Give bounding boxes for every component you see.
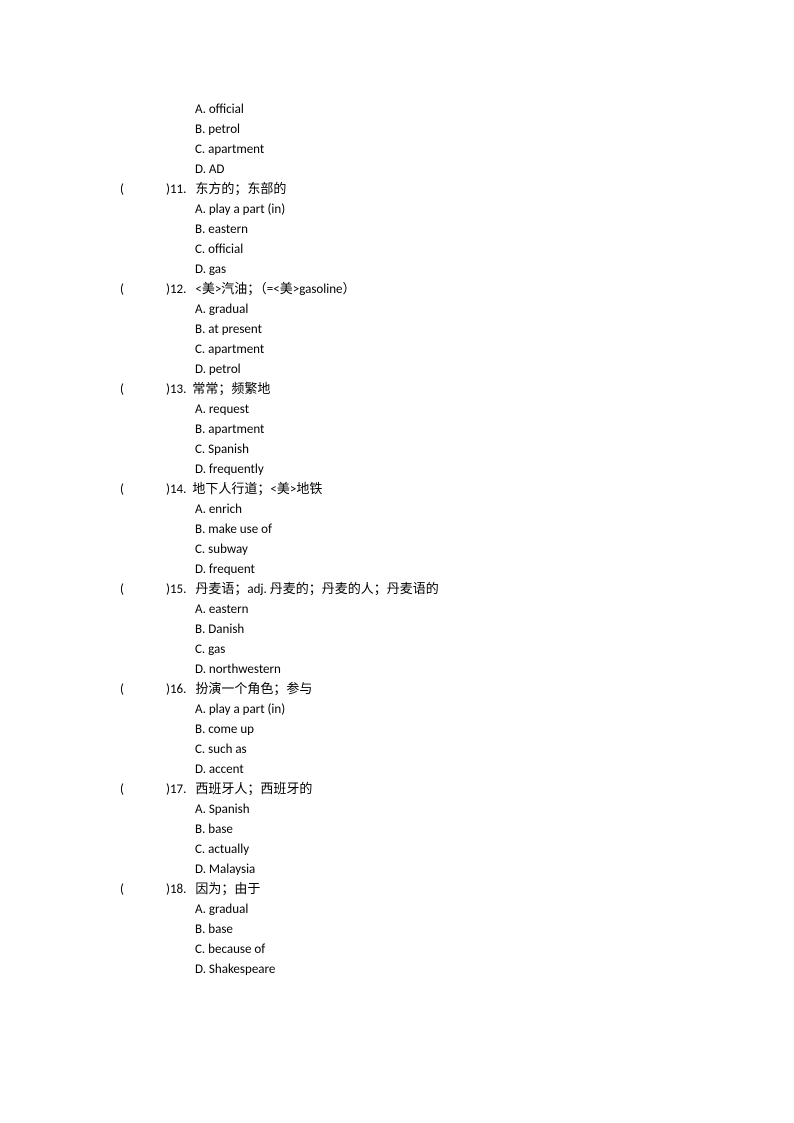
option-line: A. gradual [120,900,794,920]
question-line: ()16. 扮演一个角色；参与 [120,680,794,700]
option-line: A. gradual [120,300,794,320]
option-line: D. petrol [120,360,794,380]
option-line: B. come up [120,720,794,740]
option-line: A. play a part (in) [120,700,794,720]
option-line: A. request [120,400,794,420]
option-line: A. eastern [120,600,794,620]
question-line: ()11. 东方的；东部的 [120,180,794,200]
option-line: C. apartment [120,340,794,360]
option-line: D. northwestern [120,660,794,680]
option-line: A. play a part (in) [120,200,794,220]
option-line: B. apartment [120,420,794,440]
option-line: C. apartment [120,140,794,160]
question-line: ()18. 因为；由于 [120,880,794,900]
option-line: B. petrol [120,120,794,140]
page-content: A. official B. petrol C. apartment D. AD… [0,0,794,980]
option-line: C. Spanish [120,440,794,460]
option-line: D. Shakespeare [120,960,794,980]
option-line: B. base [120,820,794,840]
option-line: B. at present [120,320,794,340]
option-line: B. make use of [120,520,794,540]
option-line: C. gas [120,640,794,660]
option-line: B. Danish [120,620,794,640]
option-line: C. subway [120,540,794,560]
option-line: C. such as [120,740,794,760]
option-line: C. actually [120,840,794,860]
option-line: C. official [120,240,794,260]
option-line: D. frequently [120,460,794,480]
option-line: A. official [120,100,794,120]
option-line: D. AD [120,160,794,180]
question-line: ()15. 丹麦语；adj. 丹麦的；丹麦的人；丹麦语的 [120,580,794,600]
option-line: C. because of [120,940,794,960]
option-line: A. enrich [120,500,794,520]
option-line: B. eastern [120,220,794,240]
option-line: D. gas [120,260,794,280]
option-line: D. accent [120,760,794,780]
option-line: A. Spanish [120,800,794,820]
question-line: ()14.地下人行道；<美>地铁 [120,480,794,500]
question-line: ()13.常常；频繁地 [120,380,794,400]
option-line: B. base [120,920,794,940]
question-line: ()12. <美>汽油；（=<美>gasoline） [120,280,794,300]
option-line: D. frequent [120,560,794,580]
question-line: ()17. 西班牙人；西班牙的 [120,780,794,800]
option-line: D. Malaysia [120,860,794,880]
